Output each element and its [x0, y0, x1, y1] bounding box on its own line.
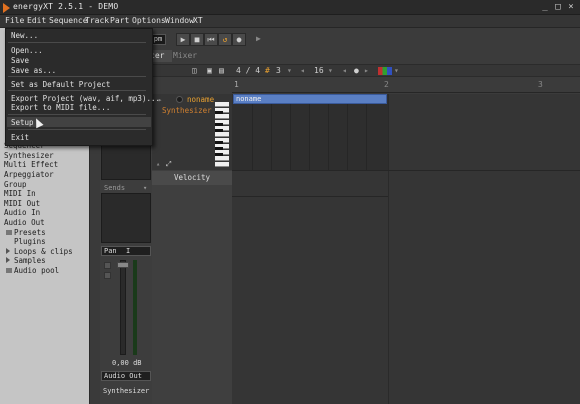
zoom-in-icon[interactable]: ◫ [192, 65, 197, 76]
rewind-icon[interactable]: ⏮ [204, 33, 218, 46]
grid-icon[interactable]: # [265, 65, 270, 76]
level-meter [133, 260, 137, 355]
expand-icon[interactable]: ⤢ [166, 160, 172, 169]
track-name[interactable]: noname [187, 95, 214, 104]
grid-dropdown-icon[interactable]: ▾ [287, 65, 292, 76]
snap-icon[interactable]: ▤ [219, 65, 224, 76]
maximize-icon[interactable]: □ [553, 2, 563, 12]
fader-handle[interactable] [117, 262, 129, 268]
browser-item-plugins[interactable]: Plugins [14, 237, 46, 246]
pan-value: I [126, 247, 131, 255]
browser-item-audio-pool[interactable]: Audio pool [14, 266, 59, 275]
browser-item-audio-in[interactable]: Audio In [4, 208, 40, 217]
menu-file[interactable]: File [5, 16, 24, 25]
strip-name: Synthesizer [103, 387, 150, 395]
fader-track[interactable] [120, 260, 126, 355]
sends-dropdown-icon[interactable]: ▾ [143, 184, 147, 192]
menu-item-new[interactable]: New... [11, 31, 38, 40]
loop-icon[interactable]: ↺ [218, 33, 232, 46]
menu-item-open[interactable]: Open... [11, 46, 43, 55]
menu-separator [8, 114, 146, 115]
browser-item-multi-effect[interactable]: Multi Effect [4, 160, 58, 169]
tab-mixer[interactable]: Mixer [173, 50, 199, 62]
expand-arrow-icon[interactable] [6, 257, 10, 263]
quantize-value[interactable]: 16 [314, 65, 324, 76]
menu-item-save[interactable]: Save [11, 56, 29, 65]
record-icon[interactable]: ● [232, 33, 246, 46]
browser-item-synthesizer[interactable]: Synthesizer [4, 151, 54, 160]
menu-item-export-project[interactable]: Export Project (wav, aif, mp3)... [11, 94, 160, 103]
quantize-left-icon[interactable]: ◂ [300, 65, 305, 76]
marker-icon[interactable]: ● [354, 65, 359, 76]
menu-sequence[interactable]: Sequence [49, 16, 88, 25]
folder-icon [6, 268, 12, 273]
browser-item-midi-in[interactable]: MIDI In [4, 189, 36, 198]
view-icon[interactable]: ▣ [207, 65, 212, 76]
color-picker-icon[interactable] [378, 67, 392, 75]
folder-icon [6, 230, 12, 235]
play-icon[interactable]: ▶ [176, 33, 190, 46]
minimize-icon[interactable]: _ [540, 2, 550, 12]
grid-value[interactable]: 3 [276, 65, 281, 76]
velocity-lane-label[interactable]: Velocity [152, 171, 232, 185]
ruler-mark-3: 3 [538, 80, 543, 89]
menu-item-exit[interactable]: Exit [11, 133, 29, 142]
browser-item-group[interactable]: Group [4, 180, 27, 189]
nudge-left-icon[interactable]: ◂ [342, 65, 347, 76]
menu-part[interactable]: Part [110, 16, 129, 25]
expand-arrow-icon[interactable] [6, 248, 10, 254]
browser-item-loops[interactable]: Loops & clips [14, 247, 73, 256]
pan-control[interactable]: Pan I [101, 246, 151, 256]
menu-item-save-as[interactable]: Save as... [11, 66, 56, 75]
close-icon[interactable]: × [566, 2, 576, 12]
mute-button[interactable] [104, 262, 111, 269]
menu-options[interactable]: Options [132, 16, 166, 25]
menu-separator [8, 90, 146, 91]
browser-item-samples[interactable]: Samples [14, 256, 46, 265]
nudge-right-icon[interactable]: ▸ [364, 65, 369, 76]
app-logo-icon [3, 3, 10, 13]
menu-item-set-default[interactable]: Set as Default Project [11, 80, 110, 89]
menu-item-setup[interactable]: Setup [11, 118, 34, 127]
browser-item-arpeggiator[interactable]: Arpeggiator [4, 170, 54, 179]
output-label: Audio Out [104, 372, 142, 380]
track-mute-icon[interactable] [176, 96, 183, 103]
menu-separator [8, 42, 146, 43]
quantize-dropdown-icon[interactable]: ▾ [328, 65, 333, 76]
sends-label: Sends [104, 184, 126, 192]
sends-slots[interactable] [101, 193, 151, 243]
window-title: energyXT 2.5.1 - DEMO [13, 2, 119, 11]
ruler-mark-1: 1 [234, 80, 239, 89]
track-instrument: Synthesizer [162, 106, 212, 115]
browser-item-midi-out[interactable]: MIDI Out [4, 199, 40, 208]
menu-xt[interactable]: XT [193, 16, 203, 25]
browser-item-audio-out[interactable]: Audio Out [4, 218, 45, 227]
menu-separator [8, 76, 146, 77]
menu-track[interactable]: Track [85, 16, 109, 25]
solo-button[interactable] [104, 272, 111, 279]
tab-sequencer[interactable]: cer [150, 50, 172, 62]
level-readout: 0,00 dB [112, 359, 142, 367]
menu-item-export-midi[interactable]: Export to MIDI file... [11, 103, 110, 112]
menu-edit[interactable]: Edit [27, 16, 46, 25]
time-signature[interactable]: 4 / 4 [236, 65, 260, 76]
color-dropdown-icon[interactable]: ▾ [394, 65, 399, 76]
menu-window[interactable]: Window [165, 16, 194, 25]
track-lane[interactable] [232, 94, 388, 170]
track-handle-icon[interactable]: ▴ [156, 160, 160, 168]
title-bar: energyXT 2.5.1 - DEMO _ □ × [0, 0, 580, 15]
browser-item-presets[interactable]: Presets [14, 228, 46, 237]
ruler-mark-2: 2 [384, 80, 389, 89]
pan-label: Pan [104, 247, 117, 255]
stop-icon[interactable]: ■ [190, 33, 204, 46]
clip-label: noname [236, 95, 262, 103]
menu-bar: File Edit Sequence Track Part Options Wi… [0, 15, 580, 28]
timeline-ruler[interactable] [232, 79, 580, 93]
play-forward-icon[interactable]: ▶ [256, 34, 261, 43]
menu-separator [8, 129, 146, 130]
midi-clip[interactable]: noname [233, 94, 387, 104]
output-select[interactable]: Audio Out [101, 371, 151, 381]
